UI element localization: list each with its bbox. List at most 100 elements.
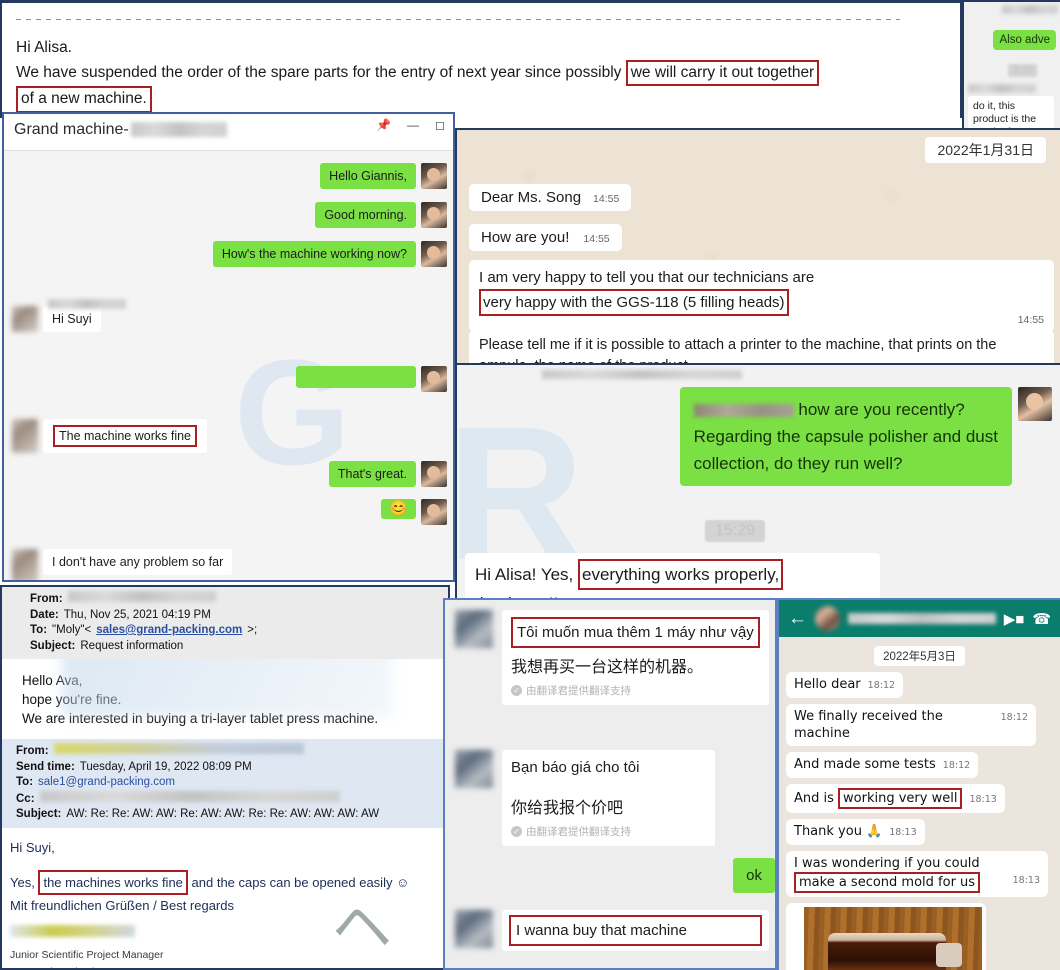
message-text: Dear Ms. Song xyxy=(481,189,582,206)
redacted-sender xyxy=(53,743,304,754)
window-title-text: Grand machine- xyxy=(14,121,129,138)
message-time: 18:12 xyxy=(942,760,971,771)
email-field-from: From: xyxy=(16,743,448,760)
attached-photo[interactable] xyxy=(786,903,986,970)
chat-bubble-incoming: Hi Alisa! Yes, everything works properly… xyxy=(465,553,880,598)
chat-row: That's great. xyxy=(328,461,447,487)
screenshot-collage: Hi Alisa. We have suspended the order of… xyxy=(0,0,1060,970)
email-field-to: To: "Moly"< sales@grand-packing.com >; xyxy=(30,623,448,639)
email-field-from: From: xyxy=(30,591,448,608)
window-title: Grand machine- xyxy=(14,121,227,139)
avatar xyxy=(421,202,447,228)
email-label-from: From: xyxy=(30,593,63,605)
date-divider: 2022年1月31日 xyxy=(925,137,1046,163)
redacted-contact-name xyxy=(130,122,227,138)
email-label-subject: Subject: xyxy=(30,639,76,652)
chat-row: How's the machine working now? xyxy=(212,241,447,267)
translation-credit: ✓ 由翻译君提供翻译支持 xyxy=(511,683,760,698)
redacted-cc xyxy=(39,790,340,802)
email-greeting: Hi Suyi, xyxy=(10,839,55,855)
email-to-name: "Moly"< xyxy=(52,624,92,636)
email-to-address-link[interactable]: sale1@grand-packing.com xyxy=(38,775,175,791)
chat-row: I don't have any problem so far xyxy=(12,549,233,580)
chat-row xyxy=(296,366,447,392)
email-field-subject: Subject: AW: Re: Re: AW: AW: Re: AW: AW: … xyxy=(16,807,448,823)
redacted-bar xyxy=(542,370,742,379)
chat-row: The machine works fine xyxy=(12,419,208,453)
email-field-cc: Cc: xyxy=(16,790,448,808)
email-body-line: hope you're fine. xyxy=(22,692,122,707)
email-label-from: From: xyxy=(16,745,49,757)
avatar xyxy=(421,163,447,189)
translation-credit-text: 由翻译君提供翻译支持 xyxy=(526,826,631,838)
redacted-contact-name xyxy=(848,613,996,624)
back-arrow-icon[interactable]: ← xyxy=(788,609,807,628)
highlight-wanna-buy-machine: I wanna buy that machine xyxy=(509,915,762,946)
email-label-to: To: xyxy=(16,776,34,788)
message-time: 18:12 xyxy=(867,680,896,691)
chat-row: Hi Suyi xyxy=(12,306,101,332)
message-line: how are you recently? xyxy=(693,396,998,423)
photo-cap xyxy=(936,943,962,967)
email-header-1: From: Date: Thu, Nov 25, 2021 04:19 PM To… xyxy=(2,587,448,659)
highlight-buy-one-more-machine: Tôi muốn mua thêm 1 máy như vậy xyxy=(511,617,760,648)
highlight-working-very-well: working very well xyxy=(838,788,963,809)
email-field-to: To: sale1@grand-packing.com xyxy=(16,775,448,791)
email-field-subject: Subject: Request information xyxy=(30,639,448,655)
chat-row: I wanna buy that machine xyxy=(455,910,769,951)
phone-call-icon[interactable]: ☎ xyxy=(1032,610,1051,628)
wechat-translate-panel: Tôi muốn mua thêm 1 máy như vậy 我想再买一台这样… xyxy=(443,598,777,970)
divider-dashed xyxy=(16,19,900,20)
chat-bubble-emoji: 😊 xyxy=(381,499,416,519)
email-to-address-link[interactable]: sales@grand-packing.com xyxy=(96,623,242,639)
email-to-tail: >; xyxy=(247,624,258,636)
chat-timestamp: 3:20 xyxy=(1008,64,1038,77)
message-line-text: how are you recently? xyxy=(793,400,965,419)
chat-bubble-incoming: I don't have any problem so far xyxy=(42,549,233,575)
message-time: 18:13 xyxy=(1012,875,1040,886)
chat-message-list[interactable]: G Hello Giannis, Good morning. How's the… xyxy=(4,151,453,580)
chat-row: how are you recently? Regarding the caps… xyxy=(679,387,1052,486)
email-client-window: From: Date: Thu, Nov 25, 2021 04:19 PM To… xyxy=(0,585,450,970)
message-line: Hi Alisa! Yes, everything works properly… xyxy=(475,559,870,590)
message-text: And is working very well xyxy=(794,788,963,809)
avatar xyxy=(455,610,493,648)
minimize-icon[interactable]: — xyxy=(407,119,419,131)
check-icon: ✓ xyxy=(511,826,522,837)
highlight-carry-out-together: we will carry it out together xyxy=(625,59,820,86)
whatsapp-header: ← ▶■ ☎ xyxy=(779,600,1060,637)
message-line: collection, do they run well? xyxy=(693,454,903,473)
translation-credit: ✓ 由翻译君提供翻译支持 xyxy=(511,824,706,839)
highlight-machine-works-fine: The machine works fine xyxy=(53,425,198,447)
video-call-icon[interactable]: ▶■ xyxy=(1004,610,1025,628)
chat-bubble-outgoing: Hello Giannis, xyxy=(320,163,416,189)
message-text-plain: I am very happy to tell you that our tec… xyxy=(479,269,815,286)
message-text-vi: Tôi muốn mua thêm 1 máy như vậy xyxy=(517,624,754,641)
email-value-date: Thu, Nov 25, 2021 04:19 PM xyxy=(63,608,211,621)
pin-icon[interactable]: 📌 xyxy=(376,119,391,131)
message-time: 18:13 xyxy=(969,794,997,805)
logo-mark: ヘ xyxy=(332,895,392,961)
message-text: Thank you 🙏 xyxy=(794,824,883,839)
avatar xyxy=(455,750,493,788)
wechat-mobile-panel-bottom: R how are you recently? Regarding the ca… xyxy=(455,363,1060,598)
avatar xyxy=(421,499,447,525)
maximize-icon[interactable]: ◻ xyxy=(435,119,445,131)
chat-row: Tôi muốn mua thêm 1 máy như vậy 我想再买一台这样… xyxy=(455,610,769,705)
chat-bubble-incoming: Tôi muốn mua thêm 1 máy như vậy 我想再买一台这样… xyxy=(502,610,769,705)
chat-bubble-outgoing: ok xyxy=(733,858,775,893)
top-email-panel: Hi Alisa. We have suspended the order of… xyxy=(0,0,962,118)
avatar[interactable] xyxy=(815,606,840,631)
chat-bubble-incoming: Please tell me if it is possible to atta… xyxy=(469,330,1054,363)
email-label-date: Date: xyxy=(30,608,59,621)
email-field-sendtime: Send time: Tuesday, April 19, 2022 08:09 … xyxy=(16,760,448,776)
top-email-line-3: of a new machine. xyxy=(16,86,952,113)
avatar xyxy=(421,241,447,267)
avatar xyxy=(12,549,38,580)
email-value-subject: AW: Re: Re: AW: AW: Re: AW: AW: Re: Re: … xyxy=(66,808,380,820)
message-text: I am very happy to tell you that our tec… xyxy=(479,266,1044,316)
chat-bubble-outgoing: how are you recently? Regarding the caps… xyxy=(679,387,1012,486)
email-body-1: Hello Ava, hope you're fine. We are inte… xyxy=(2,659,448,734)
email-label-cc: Cc: xyxy=(16,792,35,805)
message-text-cn: 你给我报个价吧 xyxy=(511,800,624,817)
